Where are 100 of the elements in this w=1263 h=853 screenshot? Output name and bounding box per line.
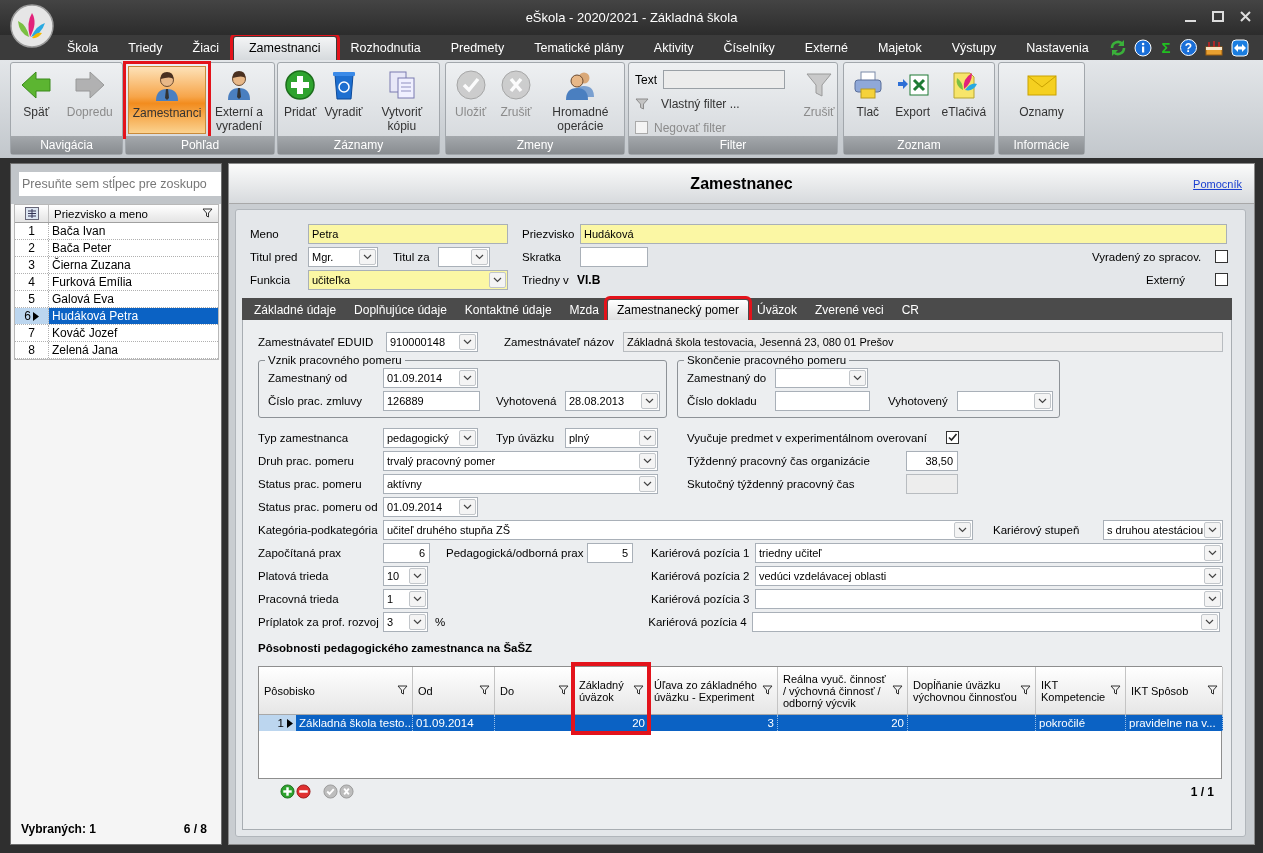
ribbon-button[interactable]: Pridať (280, 66, 321, 134)
field-label: Titul pred (250, 250, 299, 263)
menu-tab[interactable]: Majetok (862, 37, 937, 60)
combo-box[interactable]: trvalý pracovný pomer (383, 450, 658, 471)
combo-box[interactable]: 3 (383, 611, 428, 632)
refresh-icon[interactable] (1109, 38, 1127, 57)
chevron-icon (413, 595, 422, 602)
menu-tab[interactable]: Aktivity (638, 37, 709, 60)
checkbox[interactable] (946, 431, 959, 444)
menu-tab[interactable]: Predmety (435, 37, 520, 60)
column-header[interactable]: Úľava zo základného úväzku - Experiment (649, 667, 778, 715)
number-field[interactable]: 6 (383, 542, 430, 563)
employee-name[interactable]: Zelená Jana (49, 342, 218, 358)
employee-name[interactable]: Hudáková Petra (49, 308, 218, 324)
combo-box[interactable]: pedagogický (383, 427, 478, 448)
combo-box[interactable]: 28.08.2013 (565, 390, 660, 411)
menu-tab[interactable]: Nastavenia (1011, 37, 1104, 60)
help-button[interactable]: ? (1180, 39, 1197, 56)
menu-tab[interactable]: Triedy (113, 37, 178, 60)
check-circle-icon[interactable] (323, 784, 338, 799)
number-field[interactable]: 5 (587, 542, 633, 563)
menu-tab[interactable]: Externé (789, 37, 863, 60)
text-field[interactable]: 126889 (383, 390, 480, 411)
menu-tab[interactable]: Žiaci (177, 37, 234, 60)
column-header[interactable]: IKT Spôsob (1126, 667, 1223, 715)
combo-box[interactable]: učiteľka (308, 269, 508, 290)
column-header[interactable]: Od (413, 667, 495, 715)
menu-tab[interactable]: Škola (52, 37, 114, 60)
group-label: Zoznam (844, 136, 994, 154)
column-header[interactable]: Dopĺňanie úväzku výchovnou činnosťou (908, 667, 1036, 715)
combo-box[interactable]: Mgr. (308, 246, 378, 267)
text-field[interactable] (580, 246, 648, 267)
ribbon-button[interactable]: Tlač (847, 66, 888, 134)
row-indicator[interactable]: 1 (259, 715, 296, 731)
custom-filter-link[interactable]: Vlastný filter ... (661, 96, 740, 111)
employee-name[interactable]: Furková Emília (49, 274, 218, 290)
combo-box[interactable]: 10 (383, 565, 428, 586)
tab[interactable]: Mzda (560, 300, 608, 320)
close-icon[interactable] (1240, 11, 1251, 22)
combo-box[interactable]: učiteľ druhého stupňa ZŠ (383, 519, 973, 540)
help-link[interactable]: Pomocník (1193, 177, 1242, 190)
combo-box[interactable]: 01.09.2014 (383, 496, 478, 517)
checkbox[interactable] (1215, 250, 1228, 263)
menu-tab[interactable]: Číselníky (708, 37, 790, 60)
combo-box[interactable]: 1 (383, 588, 428, 609)
combo-box[interactable]: s druhou atestáciou (1103, 519, 1223, 540)
employee-name[interactable]: Čierna Zuzana (49, 257, 218, 273)
filter-text-field[interactable] (663, 70, 785, 89)
tab[interactable]: CR (892, 300, 929, 320)
table-cell: Základná škola testo... (296, 715, 413, 731)
text-field[interactable]: Hudáková (580, 223, 1227, 244)
maximize-icon[interactable] (1212, 11, 1224, 22)
chevron-icon (1038, 397, 1047, 404)
ribbon-button[interactable]: eTlačivá (937, 66, 991, 134)
ribbon-button[interactable]: Vytvoriť kópiu (366, 66, 437, 136)
menu-tab[interactable]: Výstupy (936, 37, 1012, 60)
tab[interactable]: Kontaktné údaje (455, 300, 561, 320)
tab[interactable]: Zverené veci (806, 300, 893, 320)
text-field[interactable]: Petra (308, 223, 508, 244)
number-field[interactable]: 38,50 (906, 450, 958, 471)
ribbon-button[interactable]: Export (891, 66, 934, 134)
text-field[interactable] (775, 390, 870, 411)
tab[interactable]: Základné údaje (245, 300, 346, 320)
combo-box[interactable]: 01.09.2014 (383, 367, 478, 388)
column-header[interactable]: IKT Kompetencie (1036, 667, 1126, 715)
checkbox[interactable] (1215, 273, 1228, 286)
tab[interactable]: Úväzok (747, 300, 806, 320)
ribbon-button[interactable]: Oznamy (1015, 66, 1068, 134)
employee-name[interactable]: Bača Peter (49, 240, 218, 256)
column-header[interactable]: Pôsobisko (259, 667, 413, 715)
tab[interactable]: Doplňujúce údaje (345, 300, 456, 320)
menu-tab[interactable]: Rozhodnutia (335, 37, 436, 60)
ribbon-button[interactable]: Externí a vyradení (206, 66, 272, 136)
group-label: Záznamy (278, 136, 439, 154)
ribbon-button[interactable]: Späť (16, 66, 57, 134)
employee-name[interactable]: Galová Eva (49, 291, 218, 307)
field-label: Číslo dokladu (687, 394, 758, 407)
cake-icon[interactable] (1204, 38, 1224, 57)
chevron-icon (363, 253, 372, 260)
combo-box[interactable]: vedúci vzdelávacej oblasti (755, 565, 1223, 586)
field-label: Zamestnávateľ názov (504, 335, 616, 348)
minus-circle-icon[interactable] (296, 784, 311, 799)
menu-tab[interactable]: Tematické plány (519, 37, 639, 60)
plus-circle-icon[interactable] (280, 784, 295, 799)
combo-box[interactable]: aktívny (383, 473, 658, 494)
x-circle-icon[interactable] (339, 784, 354, 799)
employee-name[interactable]: Bača Ivan (49, 223, 218, 239)
info-icon[interactable] (1134, 38, 1152, 57)
field-label: Pedagogická/odborná prax (446, 546, 585, 559)
ribbon-button[interactable]: Vyradiť (320, 66, 367, 134)
combo-box[interactable]: plný (565, 427, 658, 448)
combo-box[interactable]: triedny učiteľ (755, 542, 1223, 563)
field-label: Číslo prac. zmluvy (268, 394, 363, 407)
ribbon-button[interactable]: Hromadné operácie (541, 66, 620, 136)
employee-name[interactable]: Kováč Jozef (49, 325, 218, 341)
combo-box[interactable]: 910000148 (386, 331, 478, 352)
column-header[interactable]: Reálna vyuč. činnosť / výchovná činnosť / odborný výcvik (778, 667, 908, 715)
funnel-icon (558, 685, 569, 696)
row-number: 7 (15, 325, 49, 341)
sum-button[interactable]: Σ (1159, 39, 1173, 56)
